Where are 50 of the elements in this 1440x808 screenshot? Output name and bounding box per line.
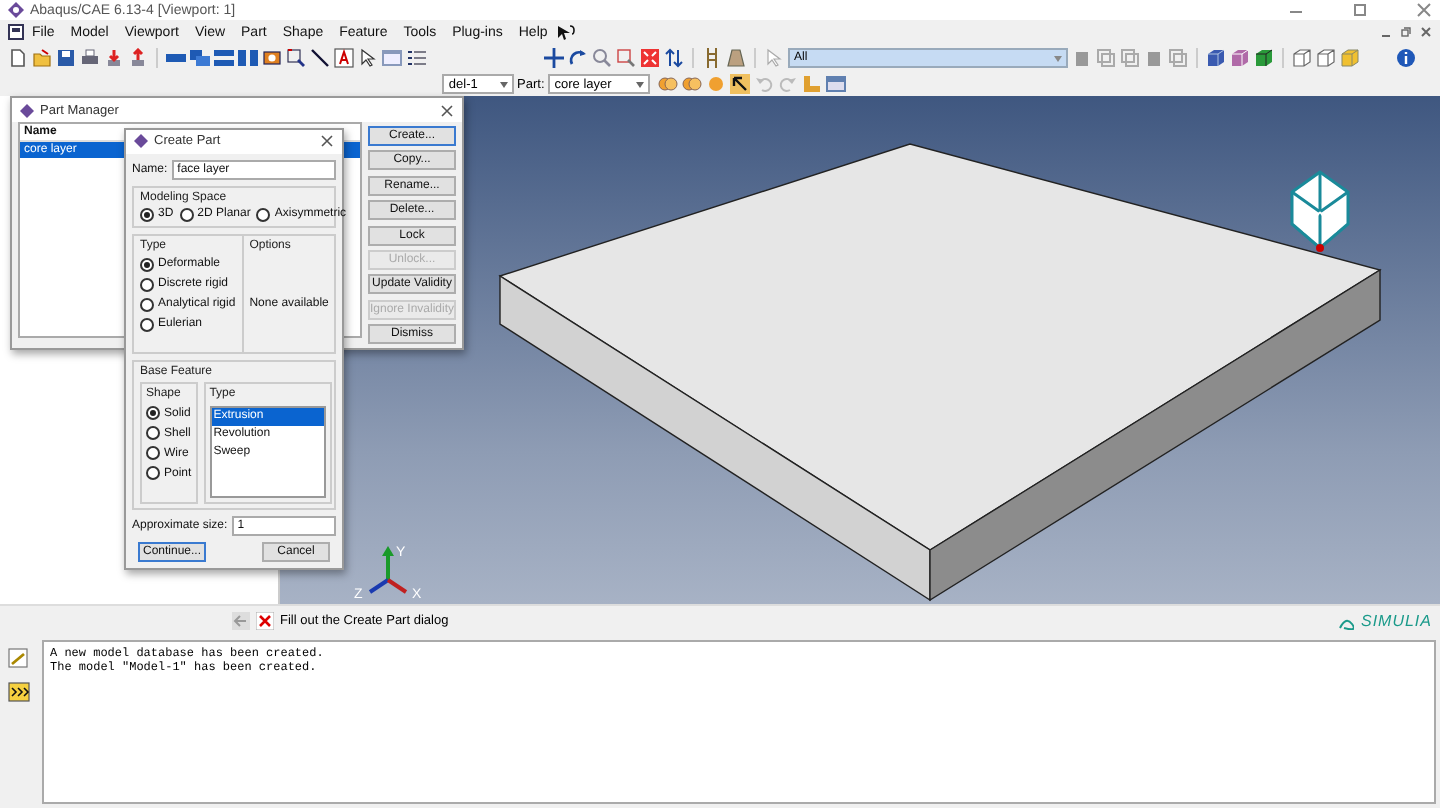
dropdown-caret-icon	[499, 79, 508, 89]
maximize-icon[interactable]	[1352, 2, 1368, 18]
app-logo-icon	[20, 103, 34, 117]
list-icon[interactable]	[406, 48, 426, 68]
close-icon[interactable]	[1416, 2, 1432, 18]
import-arrow-icon[interactable]	[104, 48, 124, 68]
info-icon[interactable]	[1396, 48, 1416, 68]
circles-icon[interactable]	[681, 74, 702, 94]
window-icon[interactable]	[825, 74, 846, 94]
select-icon[interactable]	[286, 48, 306, 68]
message-area-icon[interactable]	[8, 648, 28, 668]
layout-icon[interactable]	[190, 48, 210, 68]
trapezoid-icon[interactable]	[726, 48, 746, 68]
close-icon[interactable]	[440, 103, 454, 117]
circles-icon[interactable]	[657, 74, 678, 94]
axis-triad-icon	[368, 546, 408, 594]
layout-icon[interactable]	[238, 48, 258, 68]
zoom-icon[interactable]	[592, 48, 612, 68]
pointer-icon[interactable]	[358, 48, 378, 68]
dropdown-caret-icon	[635, 79, 644, 89]
print-icon[interactable]	[80, 48, 100, 68]
wireframe-cube-icon[interactable]	[1292, 48, 1312, 68]
text-icon[interactable]	[334, 48, 354, 68]
fit-view-icon[interactable]	[640, 48, 660, 68]
move-arrows-icon[interactable]	[544, 48, 564, 68]
app-logo-icon	[134, 134, 148, 149]
arrow-icon[interactable]	[729, 74, 750, 94]
swap-arrows-icon[interactable]	[664, 48, 684, 68]
close-icon[interactable]	[1420, 26, 1432, 38]
new-file-icon[interactable]	[8, 48, 28, 68]
wireframe-cube-icon[interactable]	[1316, 48, 1336, 68]
ladder-icon[interactable]	[702, 48, 722, 68]
export-arrow-icon[interactable]	[128, 48, 148, 68]
brand-name: SIMULIA	[1360, 612, 1432, 630]
open-folder-icon[interactable]	[32, 48, 52, 68]
line-icon[interactable]	[310, 48, 330, 68]
restore-icon[interactable]	[1400, 26, 1412, 38]
camera-icon[interactable]	[262, 48, 282, 68]
layout-icon[interactable]	[214, 48, 234, 68]
help-pointer-icon[interactable]	[555, 23, 576, 41]
save-icon[interactable]	[56, 48, 76, 68]
cancel-x-icon[interactable]	[256, 612, 274, 630]
layout-icon[interactable]	[166, 48, 186, 68]
python-prompt-icon[interactable]	[8, 682, 30, 702]
rotate-icon[interactable]	[568, 48, 588, 68]
cube-icon[interactable]	[1254, 48, 1274, 68]
dropdown-caret-icon	[1054, 53, 1062, 63]
close-icon[interactable]	[320, 134, 334, 149]
window-menu-icon[interactable]	[8, 24, 24, 40]
box-zoom-icon[interactable]	[616, 48, 636, 68]
